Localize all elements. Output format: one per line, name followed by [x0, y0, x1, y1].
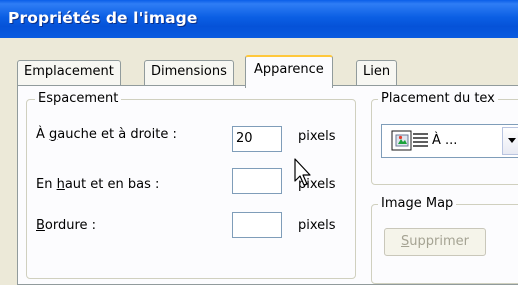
- image-map-legend: Image Map: [378, 196, 457, 211]
- horizontal-spacing-input[interactable]: 20: [232, 126, 282, 152]
- spacing-legend: Espacement: [35, 91, 122, 106]
- chevron-down-icon: [508, 138, 516, 143]
- tab-lien[interactable]: Lien: [356, 60, 398, 85]
- tab-label: Emplacement: [24, 64, 114, 79]
- tab-apparence[interactable]: Apparence: [245, 55, 333, 88]
- dropdown-button[interactable]: [502, 127, 518, 155]
- text-placement-select[interactable]: À ...: [381, 124, 518, 158]
- mouse-pointer-icon: [294, 158, 311, 186]
- title-bar[interactable]: Propriétés de l'image: [0, 0, 518, 38]
- border-input[interactable]: [232, 212, 282, 238]
- tab-label: Apparence: [254, 62, 324, 77]
- horizontal-spacing-label: À gauche et à droite :: [36, 127, 177, 142]
- window-title: Propriétés de l'image: [8, 9, 198, 27]
- border-label: Bordure :: [36, 218, 97, 233]
- tab-label: Dimensions: [151, 64, 227, 79]
- vertical-spacing-input[interactable]: [232, 168, 282, 194]
- horizontal-spacing-unit: pixels: [298, 129, 336, 144]
- tab-dimensions[interactable]: Dimensions: [144, 60, 234, 85]
- tab-label: Lien: [363, 64, 391, 79]
- tab-emplacement[interactable]: Emplacement: [17, 60, 121, 85]
- remove-button[interactable]: Supprimer: [384, 228, 486, 256]
- wrap-right-icon: [391, 130, 428, 151]
- vertical-spacing-label: En haut et en bas :: [36, 177, 160, 192]
- border-unit: pixels: [298, 218, 336, 233]
- text-placement-legend: Placement du tex: [378, 91, 498, 106]
- text-placement-value: À ...: [432, 133, 458, 148]
